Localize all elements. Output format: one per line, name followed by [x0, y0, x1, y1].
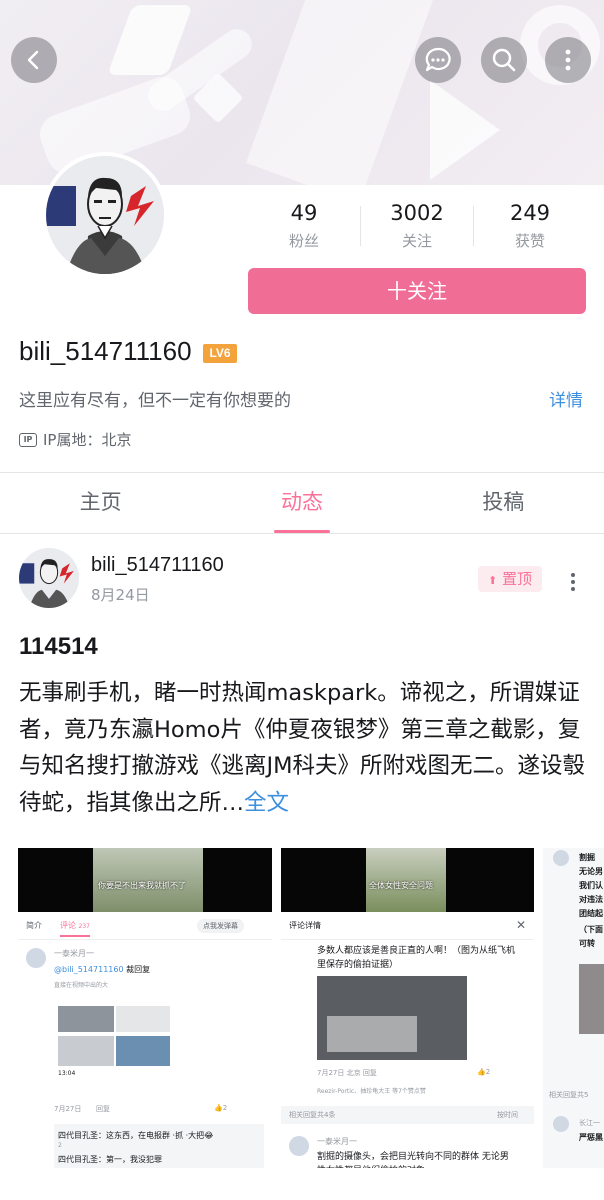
- stat-fans[interactable]: 49 粉丝: [248, 200, 360, 251]
- commenter-name: 长江一: [579, 1119, 600, 1127]
- comment-text: 割掘的摄像头，会把目光转向不同的群体 无论男性女性都是他们偷拍的对象: [317, 1152, 509, 1168]
- post-author-avatar[interactable]: [19, 548, 79, 608]
- tab-home[interactable]: 主页: [0, 473, 201, 533]
- level-badge: LV6: [203, 344, 237, 363]
- screenshot-thumb: [579, 964, 604, 1034]
- pin-up-icon: ⬆: [487, 574, 498, 587]
- related-replies: 相关回复共5: [549, 1091, 589, 1099]
- post-image-3[interactable]: 割掘 无论男 我们认 对违法 团结起 （下面 可转 相关回复共5 长江一 严惩黑: [543, 848, 604, 1168]
- more-vertical-icon: [563, 573, 583, 591]
- screenshot-thumb: [116, 1006, 170, 1032]
- like-count: 👍2: [214, 1104, 228, 1112]
- ip-icon: IP: [19, 432, 37, 447]
- ip-location: IP IP属地：北京: [19, 429, 131, 450]
- screenshot-thumb: [116, 1036, 170, 1066]
- video-caption: 全体女性安全问题: [369, 881, 433, 890]
- search-button[interactable]: [481, 37, 527, 83]
- video-frame: 你要是不出来我就抓不了: [18, 848, 272, 912]
- post-author-name[interactable]: bili_514711160: [91, 554, 224, 577]
- post-title: 114514: [19, 633, 98, 660]
- subtab-intro: 简介: [26, 921, 42, 930]
- back-icon: [27, 50, 39, 70]
- replies-box: 四代目孔圣：这东西，在电报群 ·抓 ·大把😂 2 四代目孔圣：第一，我没犯罪: [54, 1124, 264, 1168]
- fans-count: 49: [290, 201, 318, 225]
- commenter-avatar: [553, 850, 569, 866]
- screenshot-thumb: [58, 1006, 114, 1032]
- avatar-illustration: [46, 156, 164, 274]
- stat-likes[interactable]: 249 获赞: [474, 200, 586, 251]
- commenter-name: 一泰米月一: [54, 949, 94, 958]
- following-count: 3002: [390, 201, 444, 225]
- reply-item: 四代目孔圣：第一，我没犯罪: [58, 1155, 162, 1164]
- screenshot-thumb: [58, 1036, 114, 1066]
- commenter-avatar: [553, 1116, 569, 1132]
- comment-detail-header: 评论详情 ✕: [281, 912, 534, 940]
- screenshot-thumb: [317, 976, 467, 1060]
- thumb-up-icon: 👍: [477, 1068, 486, 1076]
- stats-row: 49 粉丝 3002 关注 249 获赞: [248, 200, 586, 251]
- more-button[interactable]: [545, 37, 591, 83]
- pinned-label: 置顶: [501, 570, 532, 588]
- reply-item: 四代目孔圣：这东西，在电报群 ·抓 ·大把😂: [58, 1131, 214, 1140]
- commenter-avatar: [26, 948, 46, 968]
- avatar-illustration: [19, 548, 79, 608]
- likes-count: 249: [509, 201, 551, 225]
- comment-text: 严惩黑: [579, 1133, 603, 1142]
- post-body[interactable]: 无事刷手机，睹一时热闻maskpark。谛视之，所谓媒证者，竟乃东瀛Homo片《…: [19, 675, 589, 821]
- comment-note: 直接在视频中出的大: [54, 982, 109, 989]
- commenter-avatar: [289, 1136, 309, 1156]
- comment-reply: @bili_514711160 裁回复: [54, 965, 151, 974]
- liked-by: Reezir-Portic、抽珍龟大王 等7个赞点赞: [317, 1088, 426, 1095]
- reply-action: 回复: [96, 1105, 110, 1113]
- stat-following[interactable]: 3002 关注: [361, 200, 473, 251]
- video-subtabs: 简介 评论 237 点我发弹幕: [18, 912, 272, 940]
- related-replies-bar: 相关回复共4条 按时间: [281, 1106, 534, 1124]
- profile-tabs: 主页 动态 投稿: [0, 473, 604, 533]
- message-icon: [425, 47, 451, 72]
- more-vertical-icon: [565, 49, 571, 71]
- tab-dynamic[interactable]: 动态: [201, 473, 402, 533]
- message-button[interactable]: [415, 37, 461, 83]
- comment-date: 7月27日 北京 回复: [317, 1069, 377, 1077]
- quoted-comment: 多数人都应该是善良正直的人啊！（图为从纸飞机里保存的偷拍证据）: [317, 946, 516, 970]
- video-frame: 全体女性安全问题: [281, 848, 534, 912]
- fans-label: 粉丝: [288, 232, 319, 250]
- post-image-1[interactable]: 你要是不出来我就抓不了 简介 评论 237 点我发弹幕 一泰米月一 @bili_…: [18, 848, 272, 1168]
- tab-uploads[interactable]: 投稿: [403, 473, 604, 533]
- user-avatar[interactable]: [42, 152, 168, 278]
- reply-likes: 2: [58, 1142, 62, 1149]
- barrage-input: 点我发弹幕: [197, 918, 244, 933]
- post-date: 8月24日: [91, 586, 150, 604]
- pinned-badge: ⬆ 置顶: [478, 566, 542, 592]
- profile-username: bili_514711160: [19, 336, 192, 366]
- follow-button[interactable]: 十关注: [248, 268, 586, 314]
- fulltext-link[interactable]: 全文: [244, 790, 289, 816]
- subtab-comments: 评论 237: [60, 920, 90, 937]
- video-caption: 你要是不出来我就抓不了: [98, 881, 186, 890]
- divider: [0, 533, 604, 534]
- comment-detail-title: 评论详情: [289, 921, 321, 930]
- close-icon: ✕: [515, 918, 526, 932]
- likes-label: 获赞: [514, 232, 545, 250]
- profile-bio: 这里应有尽有，但不一定有你想要的: [19, 391, 291, 411]
- ip-location-text: IP属地：北京: [43, 431, 132, 449]
- like-count: 👍2: [477, 1068, 491, 1076]
- video-time: 13:04: [58, 1070, 76, 1077]
- search-icon: [492, 48, 516, 72]
- post-more-button[interactable]: [563, 570, 583, 596]
- post-body-text: 无事刷手机，睹一时热闻maskpark。谛视之，所谓媒证者，竟乃东瀛Homo片《…: [19, 680, 586, 816]
- commenter-name: 一泰米月一: [317, 1137, 357, 1146]
- following-label: 关注: [401, 232, 432, 250]
- post-image-2[interactable]: 全体女性安全问题 评论详情 ✕ 多数人都应该是善良正直的人啊！（图为从纸飞机里保…: [281, 848, 534, 1168]
- back-button[interactable]: [11, 37, 57, 83]
- thumb-up-icon: 👍: [214, 1104, 223, 1112]
- comment-date: 7月27日: [54, 1105, 82, 1113]
- details-link[interactable]: 详情: [549, 386, 583, 411]
